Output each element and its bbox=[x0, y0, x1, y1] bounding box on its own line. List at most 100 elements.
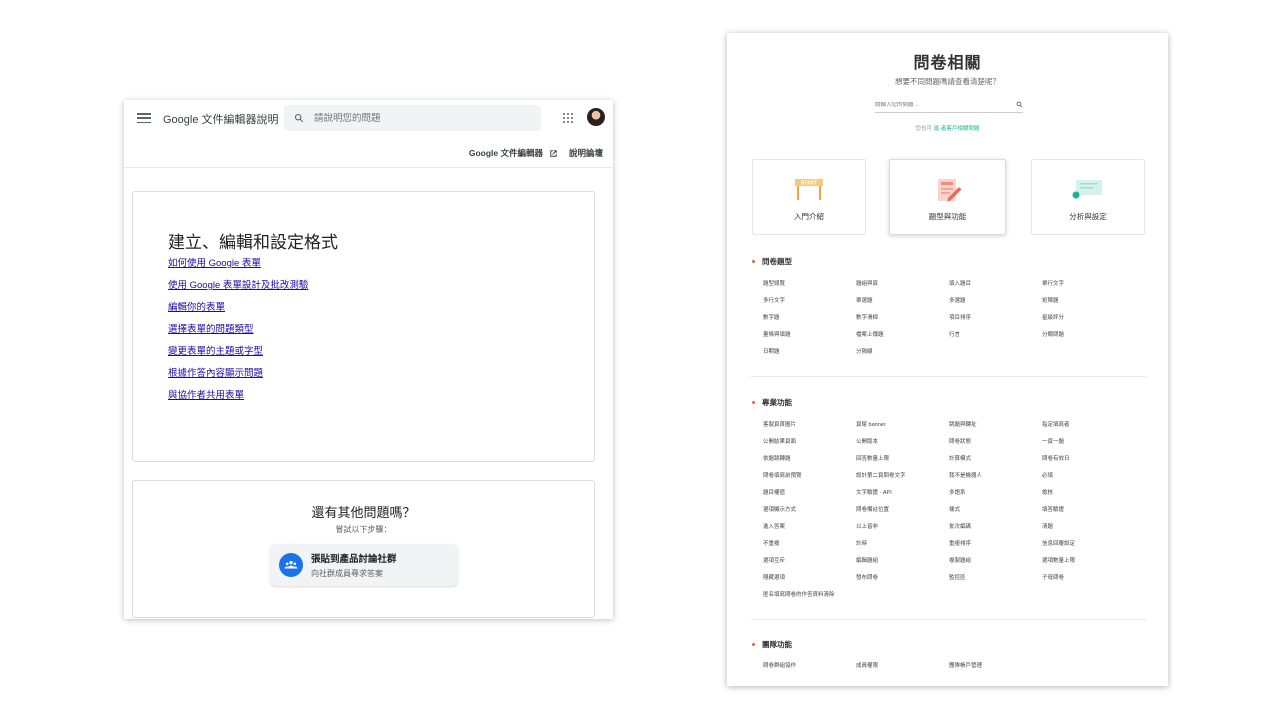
article-link[interactable]: 必填 bbox=[1042, 472, 1135, 489]
article-link[interactable]: 我不是機器人 bbox=[949, 472, 1042, 489]
article-link[interactable]: 題目權值 bbox=[763, 489, 856, 506]
article-link[interactable]: 題組與頁 bbox=[856, 280, 949, 297]
article-link[interactable]: 客製頁首圖片 bbox=[763, 421, 856, 438]
list-item: 根據作答內容顯示問題 bbox=[168, 365, 308, 387]
article-link[interactable]: 檢核 bbox=[1042, 489, 1135, 506]
article-link[interactable]: 單行文字 bbox=[1042, 280, 1135, 297]
article-link[interactable]: 問卷填寫前預覽 bbox=[763, 472, 856, 489]
topics-heading: 建立、編輯和設定格式 bbox=[168, 233, 338, 252]
contact-link[interactable]: 進·者客戶相關問題 bbox=[934, 126, 980, 132]
article-link[interactable]: 清題 bbox=[1042, 523, 1135, 540]
article-link[interactable]: 以上皆非 bbox=[856, 523, 949, 540]
category-card-features[interactable]: 題型與功能 bbox=[889, 159, 1006, 235]
article-link[interactable]: 數字題 bbox=[763, 314, 856, 331]
section-title: 團隊功能 bbox=[762, 640, 792, 649]
community-link[interactable]: 說明論壇 bbox=[569, 147, 603, 159]
article-link[interactable]: 檔案上傳題 bbox=[856, 331, 949, 348]
article-link[interactable]: 批次編碼 bbox=[949, 523, 1042, 540]
article-link[interactable]: 矩陣題 bbox=[1042, 297, 1135, 314]
article-link[interactable]: 填答驗證 bbox=[1042, 506, 1135, 523]
article-link[interactable]: 多選題 bbox=[949, 297, 1042, 314]
article-link[interactable]: 計算模式 bbox=[949, 455, 1042, 472]
chart-card-icon bbox=[1070, 177, 1106, 206]
account-avatar[interactable] bbox=[587, 108, 605, 126]
category-label: 入門介紹 bbox=[794, 212, 824, 221]
article-link[interactable]: 星級評分 bbox=[1042, 314, 1135, 331]
article-link[interactable]: 樣式 bbox=[949, 506, 1042, 523]
article-link[interactable]: 不重複 bbox=[763, 540, 856, 557]
article-link[interactable]: 問卷備註位置 bbox=[856, 506, 949, 523]
article-link[interactable]: 填入題目 bbox=[949, 280, 1042, 297]
article-link[interactable]: 數字滑桿 bbox=[856, 314, 949, 331]
help-subnav: Google 文件編輯器 說明論壇 bbox=[469, 147, 603, 159]
article-link[interactable]: 重複排序 bbox=[949, 540, 1042, 557]
list-item: 如何使用 Google 表單 bbox=[168, 255, 308, 277]
article-link[interactable]: 多語系 bbox=[949, 489, 1042, 506]
article-link[interactable]: 子母問卷 bbox=[1042, 574, 1135, 591]
help-search-bar[interactable] bbox=[284, 105, 541, 131]
category-card-intro[interactable]: START 入門介紹 bbox=[752, 159, 866, 235]
list-item: 與協作者共用表單 bbox=[168, 387, 308, 409]
topics-panel: 建立、編輯和設定格式 如何使用 Google 表單 使用 Google 表單設計… bbox=[132, 191, 595, 462]
list-item: 使用 Google 表單設計及批改測驗 bbox=[168, 277, 308, 299]
hamburger-menu-icon[interactable] bbox=[137, 113, 151, 123]
article-link[interactable]: 分隔線 bbox=[856, 348, 949, 365]
article-link[interactable]: 頁尾 banner bbox=[856, 421, 949, 438]
list-item: 變更表單的主題或字型 bbox=[168, 343, 308, 365]
article-link[interactable]: 計時 bbox=[856, 540, 949, 557]
article-link[interactable]: 項目排序 bbox=[949, 314, 1042, 331]
topic-link[interactable]: 變更表單的主題或字型 bbox=[168, 346, 263, 357]
help-center-title[interactable]: Google 文件編輯器說明 bbox=[163, 111, 279, 127]
editors-link-label: Google 文件編輯器 bbox=[468, 148, 543, 158]
topic-link[interactable]: 選擇表單的問題類型 bbox=[168, 324, 254, 335]
section-title: 專業功能 bbox=[762, 398, 792, 407]
article-link[interactable]: 回答數量上限 bbox=[856, 455, 949, 472]
post-to-community-button[interactable]: 張貼到產品討論社群 向社群成員尋求答案 bbox=[270, 544, 458, 586]
article-link[interactable]: 匿名填寫問卷的作答資料清除 bbox=[763, 591, 856, 608]
survey-search-input[interactable] bbox=[875, 101, 1005, 108]
editors-link[interactable]: Google 文件編輯器 bbox=[469, 147, 559, 159]
article-link[interactable]: 編輯題組 bbox=[856, 557, 949, 574]
article-link[interactable]: 問卷狀態 bbox=[949, 438, 1042, 455]
topic-link[interactable]: 使用 Google 表單設計及批改測驗 bbox=[168, 280, 308, 291]
article-link[interactable]: 題型總覽 bbox=[763, 280, 856, 297]
topic-link[interactable]: 與協作者共用表單 bbox=[168, 390, 244, 401]
article-link[interactable]: 選項互斥 bbox=[763, 557, 856, 574]
article-link[interactable]: 多行文字 bbox=[763, 297, 856, 314]
article-link[interactable]: 一頁一題 bbox=[1042, 438, 1135, 455]
article-link[interactable]: 選項數量上限 bbox=[1042, 557, 1135, 574]
article-link[interactable]: 進入答案 bbox=[763, 523, 856, 540]
article-link[interactable]: 公開版本 bbox=[856, 438, 949, 455]
article-link[interactable]: 單選題 bbox=[856, 297, 949, 314]
article-link[interactable]: 跳題與轉址 bbox=[949, 421, 1042, 438]
category-card-analysis[interactable]: 分析與設定 bbox=[1031, 159, 1145, 235]
article-link[interactable]: 複製題組 bbox=[949, 557, 1042, 574]
article-link[interactable]: 團隊帳戶管理 bbox=[949, 662, 1042, 679]
topic-link[interactable]: 如何使用 Google 表單 bbox=[168, 258, 261, 269]
article-link[interactable]: 問卷群組協作 bbox=[763, 662, 856, 679]
article-link[interactable]: 公開結果頁面 bbox=[763, 438, 856, 455]
article-link[interactable]: 指定填寫者 bbox=[1042, 421, 1135, 438]
article-link[interactable]: 選項顯示方式 bbox=[763, 506, 856, 523]
search-icon[interactable] bbox=[1016, 101, 1023, 108]
topic-link[interactable]: 編輯你的表單 bbox=[168, 302, 225, 313]
article-link[interactable]: 信息回覆設定 bbox=[1042, 540, 1135, 557]
article-link[interactable]: 分類問題 bbox=[1042, 331, 1135, 348]
article-link[interactable]: 發布問卷 bbox=[856, 574, 949, 591]
article-link[interactable]: 日期題 bbox=[763, 348, 856, 365]
article-link[interactable]: 設計第二頁問卷文字 bbox=[856, 472, 949, 489]
article-link[interactable]: 依題跳轉題 bbox=[763, 455, 856, 472]
contact-prefix: 您也可 bbox=[915, 126, 933, 132]
article-link[interactable]: 監控區 bbox=[949, 574, 1042, 591]
article-link[interactable]: 隱藏選項 bbox=[763, 574, 856, 591]
topic-link[interactable]: 根據作答內容顯示問題 bbox=[168, 368, 263, 379]
apps-grid-icon[interactable] bbox=[563, 113, 573, 123]
article-link[interactable]: 行言 bbox=[949, 331, 1042, 348]
section-item-grid: 客製頁首圖片 頁尾 banner 跳題與轉址 指定填寫者公開結果頁面 公開版本 問卷狀態一… bbox=[763, 421, 1135, 608]
help-search-input[interactable] bbox=[314, 112, 514, 124]
article-link[interactable]: 文字驗證 · API bbox=[856, 489, 949, 506]
article-link[interactable]: 量條與填題 bbox=[763, 331, 856, 348]
survey-search-bar[interactable] bbox=[875, 97, 1023, 113]
article-link[interactable]: 成員權限 bbox=[856, 662, 949, 679]
article-link[interactable]: 問卷有效日 bbox=[1042, 455, 1135, 472]
